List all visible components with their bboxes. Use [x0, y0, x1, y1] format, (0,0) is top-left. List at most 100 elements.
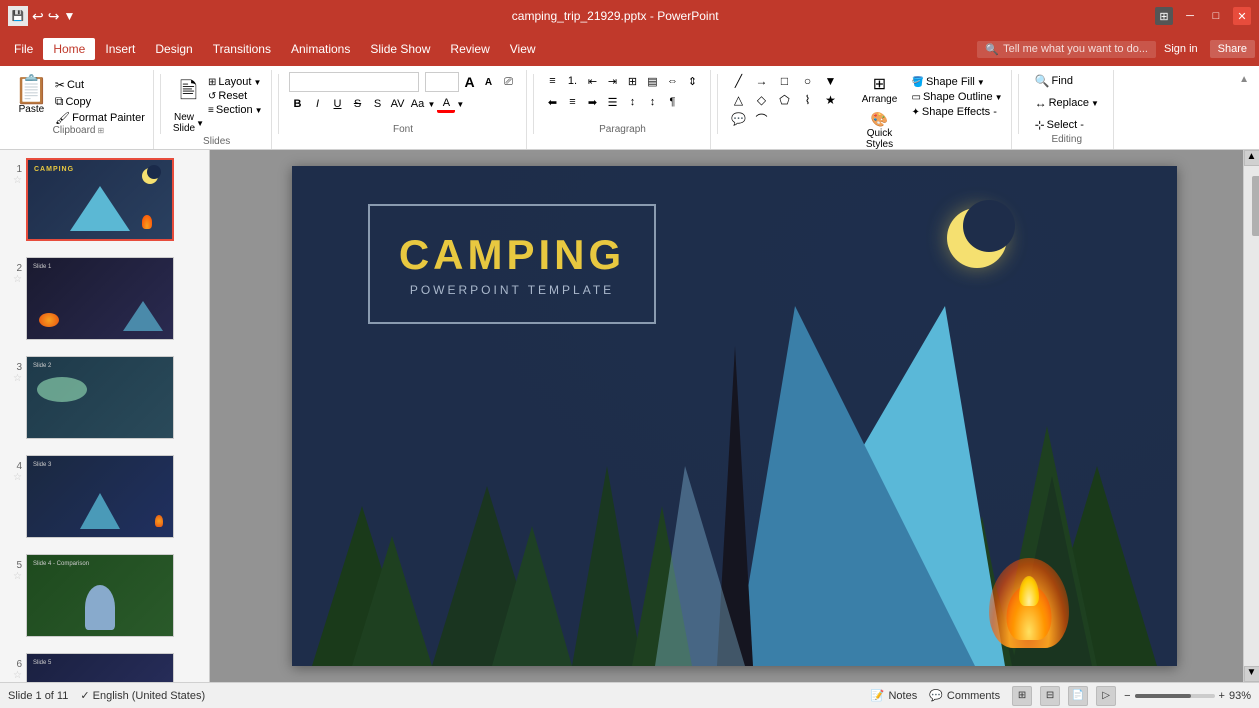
clipboard-expand-icon[interactable]: ⊞: [97, 126, 104, 135]
arrange-button[interactable]: ⊞ Arrange: [850, 72, 910, 107]
zoom-slider[interactable]: [1135, 694, 1215, 698]
font-color-button[interactable]: A: [437, 95, 455, 113]
text-size-button[interactable]: Aa: [409, 95, 427, 113]
shape-rhombus[interactable]: ◇: [751, 91, 773, 109]
menu-file[interactable]: File: [4, 38, 43, 60]
shape-rect[interactable]: □: [774, 72, 796, 90]
decrease-indent-button[interactable]: ⇤: [584, 72, 602, 90]
format-painter-button[interactable]: 🖌 Format Painter: [55, 111, 145, 125]
cut-button[interactable]: ✂ Cut: [55, 78, 145, 92]
para-spacing-button[interactable]: ¶: [664, 93, 682, 111]
signin-button[interactable]: Sign in: [1164, 43, 1198, 55]
increase-font-button[interactable]: A: [461, 73, 479, 91]
italic-button[interactable]: I: [309, 95, 327, 113]
find-button[interactable]: 🔍 Find: [1029, 72, 1105, 90]
menu-view[interactable]: View: [500, 38, 546, 60]
section-button[interactable]: ≡ Section ▼: [208, 104, 262, 116]
shape-callout[interactable]: 💬: [728, 110, 750, 128]
shape-curved[interactable]: ⌒: [751, 110, 773, 128]
align-left-button[interactable]: ⬅: [544, 93, 562, 111]
slide-thumb-4[interactable]: 4 ☆ Slide 3: [0, 447, 209, 546]
shapes-gallery[interactable]: ╱ → □ ○ ▼ △ ◇ ⬠ ⌇ ★ 💬 ⌒: [728, 72, 848, 128]
align-right-button[interactable]: ➡: [584, 93, 602, 111]
numbering-button[interactable]: 1.: [564, 72, 582, 90]
scroll-up-button[interactable]: ▲: [1244, 150, 1259, 166]
menu-insert[interactable]: Insert: [95, 38, 145, 60]
save-icon[interactable]: 💾: [8, 6, 28, 26]
bold-button[interactable]: B: [289, 95, 307, 113]
reading-view-button[interactable]: 📄: [1068, 686, 1088, 706]
minimize-button[interactable]: ─: [1181, 7, 1199, 25]
shape-outline-button[interactable]: ▭ Shape Outline ▼: [912, 91, 1003, 103]
scroll-down-button[interactable]: ▼: [1244, 666, 1259, 682]
slide-thumb-5[interactable]: 5 ☆ Slide 4 - Comparison: [0, 546, 209, 645]
copy-button[interactable]: ⧉ Copy: [55, 94, 145, 109]
redo-icon[interactable]: ↪: [48, 8, 60, 25]
underline-button[interactable]: U: [329, 95, 347, 113]
shape-star[interactable]: ★: [820, 91, 842, 109]
bullets-button[interactable]: ≡: [544, 72, 562, 90]
quick-styles-button[interactable]: 🎨 QuickStyles: [850, 109, 910, 152]
slide-thumb-3[interactable]: 3 ☆ Slide 2: [0, 348, 209, 447]
maximize-button[interactable]: □: [1207, 7, 1225, 25]
menu-animations[interactable]: Animations: [281, 38, 360, 60]
slide-title-box[interactable]: CAMPING POWERPOINT TEMPLATE: [368, 204, 656, 324]
search-box[interactable]: 🔍 Tell me what you want to do...: [977, 41, 1156, 58]
shape-effects-button[interactable]: ✦ Shape Effects -: [912, 106, 1003, 118]
align-center-button[interactable]: ≡: [564, 93, 582, 111]
slide-canvas-area[interactable]: CAMPING POWERPOINT TEMPLATE: [210, 150, 1259, 682]
char-spacing-button[interactable]: AV: [389, 95, 407, 113]
line-spacing-button[interactable]: ↕: [644, 93, 662, 111]
share-button[interactable]: Share: [1210, 40, 1255, 58]
restore-window-icon[interactable]: ⊞: [1155, 7, 1173, 25]
text-direction-button[interactable]: ⇔: [664, 72, 682, 90]
menu-slideshow[interactable]: Slide Show: [360, 38, 440, 60]
paste-button[interactable]: 📋 Paste: [12, 72, 51, 119]
undo-icon[interactable]: ↩: [32, 8, 44, 25]
customize-icon[interactable]: ▼: [63, 9, 75, 23]
notes-button[interactable]: 📝 Notes: [871, 689, 917, 702]
shape-triangle[interactable]: △: [728, 91, 750, 109]
strikethrough-button[interactable]: S: [349, 95, 367, 113]
shape-fill-button[interactable]: 🪣 Shape Fill ▼: [912, 76, 1003, 88]
slide-thumb-1[interactable]: 1 ☆ CAMPING: [0, 150, 209, 249]
comments-button[interactable]: 💬 Comments: [929, 689, 1000, 702]
text-align-button[interactable]: ⇕: [684, 72, 702, 90]
shadow-button[interactable]: S: [369, 95, 387, 113]
menu-home[interactable]: Home: [43, 38, 95, 60]
shape-arrow[interactable]: →: [751, 72, 773, 90]
menu-design[interactable]: Design: [145, 38, 202, 60]
shape-line[interactable]: ╱: [728, 72, 750, 90]
shape-more[interactable]: ▼: [820, 72, 842, 90]
scroll-thumb[interactable]: [1252, 176, 1259, 236]
font-name-input[interactable]: [289, 72, 419, 92]
shape-freeform[interactable]: ⌇: [797, 91, 819, 109]
select-button[interactable]: ⊹ Select -: [1029, 116, 1105, 134]
slide-thumb-6[interactable]: 6 ☆ Slide 5: [0, 645, 209, 682]
decrease-font-button[interactable]: A: [480, 73, 498, 91]
justify-button[interactable]: ☰: [604, 93, 622, 111]
close-button[interactable]: ✕: [1233, 7, 1251, 25]
menu-review[interactable]: Review: [440, 38, 499, 60]
right-scrollbar[interactable]: ▲ ▼: [1243, 150, 1259, 682]
font-color-dropdown[interactable]: ▼: [456, 100, 464, 109]
shape-pentagon[interactable]: ⬠: [774, 91, 796, 109]
slide-thumb-2[interactable]: 2 ☆ Slide 1: [0, 249, 209, 348]
reset-button[interactable]: ↺ Reset: [208, 90, 262, 102]
increase-indent-button[interactable]: ⇥: [604, 72, 622, 90]
presenter-view-button[interactable]: ▷: [1096, 686, 1116, 706]
slide-sorter-button[interactable]: ⊟: [1040, 686, 1060, 706]
smartart-button[interactable]: ⊞: [624, 72, 642, 90]
zoom-out-button[interactable]: −: [1124, 690, 1130, 702]
columns-button[interactable]: ▤: [644, 72, 662, 90]
replace-button[interactable]: ↔ Replace ▼: [1029, 94, 1105, 112]
font-size-input[interactable]: [425, 72, 459, 92]
zoom-in-button[interactable]: +: [1219, 690, 1225, 702]
shape-oval[interactable]: ○: [797, 72, 819, 90]
clear-format-button[interactable]: ⎚: [500, 73, 518, 91]
menu-transitions[interactable]: Transitions: [203, 38, 281, 60]
normal-view-button[interactable]: ⊞: [1012, 686, 1032, 706]
col-spacing-button[interactable]: ↕: [624, 93, 642, 111]
new-slide-button[interactable]: 🖹 NewSlide ▼: [171, 72, 206, 136]
ribbon-collapse-button[interactable]: ▲: [1237, 70, 1251, 149]
